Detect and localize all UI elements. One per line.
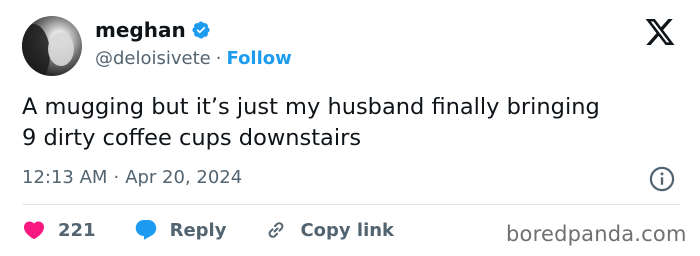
- handle-separator: ·: [215, 48, 222, 69]
- copy-link-button[interactable]: Copy link: [264, 218, 394, 242]
- tweet-timestamp[interactable]: 12:13 AM · Apr 20, 2024: [22, 166, 242, 190]
- author-handle-row: @deloisivete · Follow: [95, 48, 292, 70]
- verified-badge-icon: [192, 21, 210, 39]
- divider: [22, 204, 680, 205]
- follow-button[interactable]: Follow: [227, 48, 292, 70]
- heart-icon: [23, 221, 45, 240]
- tweet-actions: 221 Reply Copy link: [22, 216, 394, 244]
- info-icon[interactable]: [648, 165, 676, 193]
- like-count: 221: [58, 219, 96, 241]
- reply-label: Reply: [169, 219, 227, 241]
- link-icon: [269, 222, 284, 238]
- tweet-text: A mugging but it’s just my husband final…: [22, 94, 600, 151]
- tweet-card: meghan @deloisivete · Follow A mugging b…: [0, 0, 700, 256]
- meta-separator: ·: [113, 167, 120, 188]
- like-button[interactable]: 221: [22, 218, 96, 242]
- avatar[interactable]: [22, 16, 82, 76]
- watermark: boredpanda.com: [506, 222, 687, 246]
- x-logo-icon[interactable]: [644, 16, 676, 48]
- speech-bubble-icon: [135, 220, 156, 240]
- copy-link-label: Copy link: [300, 219, 395, 241]
- author-handle[interactable]: @deloisivete: [95, 48, 211, 70]
- tweet-time: 12:13 AM: [22, 167, 108, 188]
- author-name-row: meghan: [95, 18, 211, 42]
- tweet-date: Apr 20, 2024: [125, 167, 243, 188]
- reply-button[interactable]: Reply: [134, 218, 227, 242]
- display-name[interactable]: meghan: [95, 18, 186, 42]
